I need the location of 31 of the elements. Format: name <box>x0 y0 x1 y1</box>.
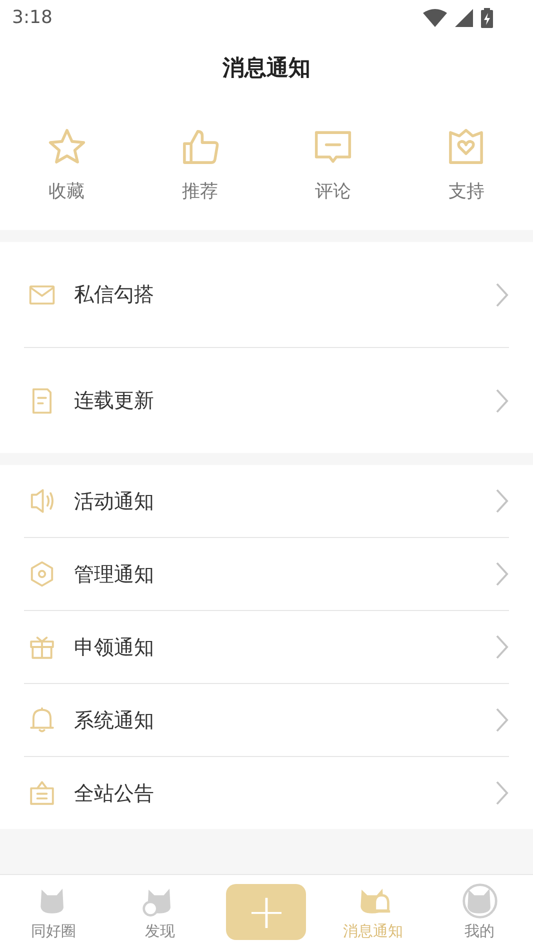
row-label: 私信勾搭 <box>74 281 155 308</box>
row-label: 申领通知 <box>74 634 155 660</box>
chevron-right-icon <box>495 388 509 414</box>
row-label: 系统通知 <box>74 706 155 734</box>
board-icon <box>28 779 56 807</box>
row-label: 活动通知 <box>74 488 155 514</box>
tab[interactable]: 同好圈 <box>30 882 76 941</box>
speaker-icon <box>28 487 56 515</box>
tab[interactable]: 我的 <box>460 882 499 941</box>
quick-action[interactable]: 收藏 <box>46 127 87 203</box>
chevron-right-icon <box>495 488 509 514</box>
chevron-right-icon <box>495 561 509 587</box>
quick-action[interactable]: 评论 <box>313 127 354 203</box>
hexagon-icon <box>28 560 56 588</box>
row-label: 管理通知 <box>74 560 155 588</box>
row-label: 全站公告 <box>74 780 155 806</box>
chevron-right-icon <box>495 282 509 308</box>
quick-action[interactable]: 推荐 <box>180 127 220 203</box>
row-label: 连载更新 <box>74 387 155 414</box>
wifi-icon <box>423 8 447 26</box>
cat-avatar-icon <box>460 882 499 920</box>
bell-icon <box>28 706 56 734</box>
status-time: 3:18 <box>12 7 52 28</box>
page-title: 消息通知 <box>222 54 310 82</box>
signal-icon <box>455 8 473 26</box>
chevron-right-icon <box>495 780 509 806</box>
quick-action[interactable]: 支持 <box>446 127 486 203</box>
chevron-right-icon <box>495 707 509 733</box>
tab[interactable]: 发现 <box>140 882 179 941</box>
chevron-right-icon <box>495 634 509 660</box>
battery-icon <box>481 8 493 28</box>
